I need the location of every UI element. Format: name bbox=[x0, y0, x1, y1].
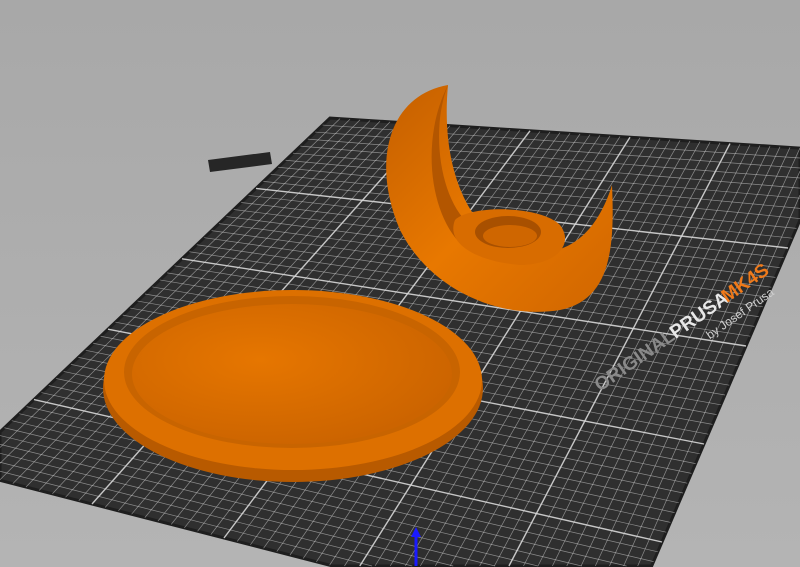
bed-mount-tab bbox=[208, 152, 272, 172]
3d-viewport[interactable]: ORIGINAL PRUSA MK4S by Josef Prusa bbox=[0, 0, 800, 567]
round-tray[interactable] bbox=[103, 290, 483, 482]
